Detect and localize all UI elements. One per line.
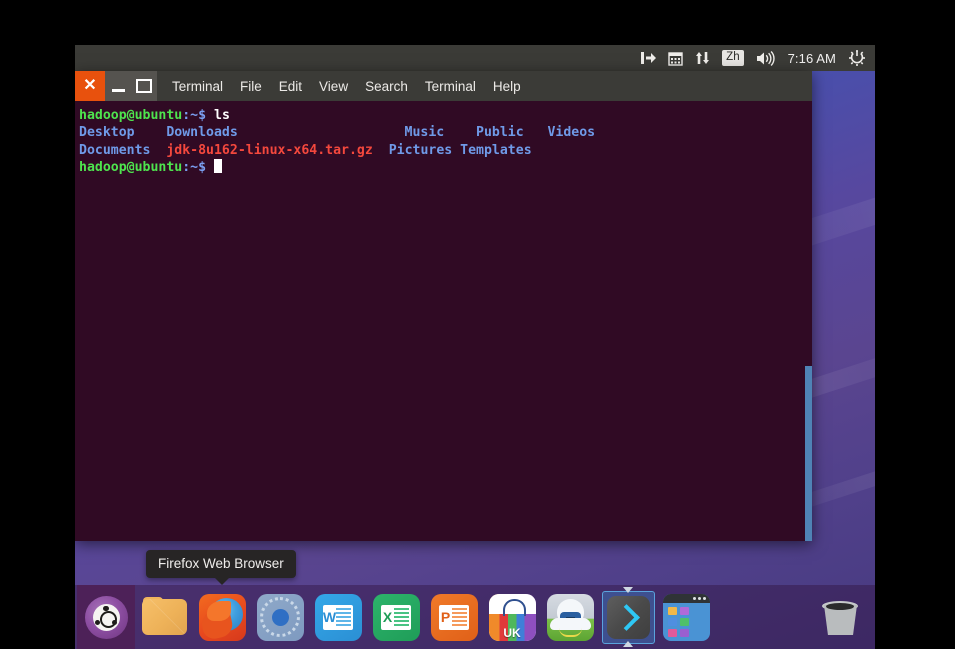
- menu-item-view[interactable]: View: [319, 79, 348, 94]
- chromium-icon: [256, 593, 304, 641]
- prompt-user-host-2: hadoop@ubuntu: [79, 159, 183, 175]
- terminal-body[interactable]: hadoop@ubuntu:~$ ls Desktop Downloads Mu…: [75, 101, 812, 541]
- volume-icon[interactable]: [750, 45, 781, 71]
- terminal-menubar: Terminal File Edit View Search Terminal …: [172, 71, 521, 101]
- powerpoint-icon: P: [430, 593, 478, 641]
- dir-pictures: Pictures: [388, 142, 453, 158]
- clock[interactable]: 7:16 AM: [781, 51, 843, 66]
- dir-music: Music: [404, 125, 445, 141]
- dock-item-excel[interactable]: X: [367, 585, 425, 649]
- trash-icon: [820, 597, 860, 637]
- terminal-cursor: [214, 158, 222, 173]
- prompt-path: :~$: [182, 108, 207, 123]
- menu-item-terminal[interactable]: Terminal: [425, 79, 476, 94]
- minimize-button[interactable]: [105, 71, 131, 101]
- window-buttons: ✕: [75, 71, 157, 101]
- powerpoint-letter: P: [440, 609, 451, 625]
- network-icon[interactable]: [689, 45, 716, 71]
- dock-item-word[interactable]: W: [309, 585, 367, 649]
- dock-item-terminal[interactable]: [599, 585, 657, 649]
- menu-item-file[interactable]: File: [240, 79, 262, 94]
- help-icon: [546, 593, 594, 641]
- terminal-scrollbar[interactable]: [805, 366, 812, 541]
- running-indicator-down-icon: [623, 641, 633, 647]
- input-method-label: Zh: [722, 50, 744, 66]
- ubuntu-software-icon: UK: [488, 593, 536, 641]
- dock-item-workspace-switcher[interactable]: [657, 585, 715, 649]
- tooltip-label: Firefox Web Browser: [158, 556, 284, 571]
- input-method-icon[interactable]: Zh: [716, 45, 749, 71]
- terminal-titlebar[interactable]: ✕ Terminal File Edit View Search Termina…: [75, 71, 812, 101]
- dock: W X P UK: [75, 585, 875, 649]
- terminal-icon: [606, 595, 650, 639]
- maximize-button[interactable]: [131, 71, 157, 101]
- menu-item-edit[interactable]: Edit: [279, 79, 302, 94]
- ubuntu-dash-icon: [84, 595, 128, 639]
- word-icon: W: [314, 593, 362, 641]
- word-letter: W: [323, 609, 337, 625]
- keyboard-layout-icon[interactable]: [635, 45, 662, 71]
- minimize-icon: [111, 88, 125, 92]
- prompt-user-host: hadoop@ubuntu: [79, 108, 183, 123]
- excel-icon: X: [372, 593, 420, 641]
- dir-videos: Videos: [547, 125, 596, 141]
- dock-item-trash[interactable]: [811, 585, 869, 649]
- dock-item-files[interactable]: [135, 585, 193, 649]
- terminal-output: hadoop@ubuntu:~$ ls Desktop Downloads Mu…: [77, 107, 812, 176]
- close-icon: ✕: [83, 77, 97, 94]
- menu-item-help[interactable]: Help: [493, 79, 521, 94]
- dock-item-powerpoint[interactable]: P: [425, 585, 483, 649]
- prompt-path-2: :~$: [182, 159, 207, 175]
- command-text: ls: [214, 108, 230, 123]
- dock-item-chromium[interactable]: [251, 585, 309, 649]
- dir-desktop: Desktop: [79, 125, 135, 141]
- workspace-switcher-icon: [662, 593, 710, 641]
- file-archive: jdk-8u162-linux-x64.tar.gz: [166, 142, 373, 158]
- session-menu-icon[interactable]: [843, 45, 871, 71]
- excel-letter: X: [382, 609, 393, 625]
- menu-item-search[interactable]: Search: [365, 79, 408, 94]
- dock-item-firefox[interactable]: [193, 585, 251, 649]
- calendar-icon[interactable]: [662, 45, 689, 71]
- files-icon: [141, 597, 187, 637]
- ubuntu-software-badge: UK: [503, 625, 521, 640]
- dir-downloads: Downloads: [166, 125, 238, 141]
- top-panel: Zh 7:16 AM: [75, 45, 875, 71]
- terminal-window: ✕ Terminal File Edit View Search Termina…: [75, 71, 812, 541]
- dock-item-help[interactable]: [541, 585, 599, 649]
- dir-public: Public: [476, 125, 524, 141]
- window-title: Terminal: [172, 78, 224, 94]
- dir-documents: Documents: [79, 142, 151, 158]
- dir-templates: Templates: [460, 142, 532, 158]
- running-indicator-up-icon: [623, 587, 633, 593]
- firefox-icon: [198, 593, 246, 641]
- dock-item-ubuntu-dash[interactable]: [77, 585, 135, 649]
- tooltip-arrow: [214, 577, 230, 585]
- dock-tooltip: Firefox Web Browser: [146, 550, 296, 585]
- maximize-icon: [136, 79, 152, 93]
- desktop-screen: Zh 7:16 AM ✕ Terminal File Edit View Sea…: [75, 45, 875, 649]
- close-button[interactable]: ✕: [75, 71, 105, 101]
- dock-item-ubuntu-software[interactable]: UK: [483, 585, 541, 649]
- terminal-selected-indicator: [601, 590, 655, 644]
